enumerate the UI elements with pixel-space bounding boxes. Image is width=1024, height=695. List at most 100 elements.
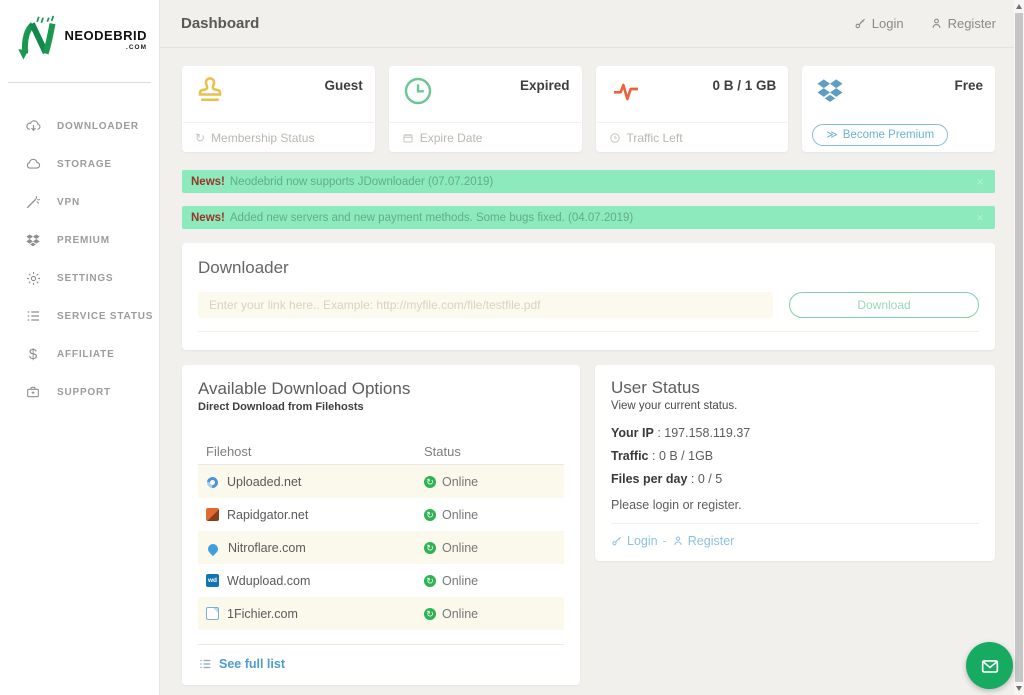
links-separator: - [663, 534, 667, 548]
see-full-list-link[interactable]: See full list [198, 657, 285, 671]
list-icon [22, 308, 44, 324]
sidebar-item-label: PREMIUM [57, 235, 110, 246]
options-title: Available Download Options [198, 379, 564, 399]
support-kit-icon [22, 384, 44, 400]
filehost-name: Rapidgator.net [227, 508, 308, 522]
user-status-card: User Status View your current status. Yo… [595, 365, 995, 561]
login-link-small[interactable]: Login [611, 534, 658, 548]
expire-label: Expire Date [420, 131, 483, 145]
sidebar-item-storage[interactable]: STORAGE [0, 145, 159, 183]
sidebar-item-affiliate[interactable]: $ AFFILIATE [0, 335, 159, 373]
sidebar: NEODEBRID .COM DOWNLOADER STORAGE [0, 0, 160, 695]
online-status-icon: ↻ [424, 575, 436, 587]
column-status: Status [424, 444, 556, 459]
user-status-links: Login - Register [611, 534, 979, 548]
cloud-download-icon [22, 118, 44, 135]
dropbox-icon [22, 232, 44, 248]
become-premium-button[interactable]: ≫ Become Premium [812, 124, 948, 146]
sidebar-item-label: VPN [57, 197, 80, 208]
table-row-wdupload[interactable]: wd Wdupload.com ↻ Online [198, 564, 564, 597]
membership-label: Membership Status [211, 131, 314, 145]
sidebar-item-downloader[interactable]: DOWNLOADER [0, 107, 159, 145]
downloader-title: Downloader [198, 258, 979, 278]
filehost-name: Wdupload.com [227, 574, 310, 588]
sidebar-item-service-status[interactable]: SERVICE STATUS [0, 297, 159, 335]
filehost-status: Online [442, 574, 478, 588]
table-row-1fichier[interactable]: 1Fichier.com ↻ Online [198, 597, 564, 630]
traffic-label: Traffic [611, 449, 649, 463]
sidebar-item-label: SERVICE STATUS [57, 311, 153, 322]
filehost-status: Online [442, 541, 478, 555]
sidebar-item-label: SUPPORT [57, 387, 111, 398]
ip-line: Your IP : 197.158.119.37 [611, 426, 979, 440]
key-icon [854, 17, 867, 30]
rapidgator-favicon [206, 508, 219, 521]
traffic-label: Traffic Left [627, 131, 683, 145]
envelope-icon [979, 655, 1001, 677]
fichier-favicon [206, 607, 219, 620]
traffic-value: : 0 B / 1GB [652, 449, 713, 463]
brand-name: NEODEBRID [64, 28, 147, 43]
sidebar-item-premium[interactable]: PREMIUM [0, 221, 159, 259]
register-link-small[interactable]: Register [672, 534, 735, 548]
clock-small-icon [609, 132, 621, 144]
table-row-nitroflare[interactable]: Nitroflare.com ↻ Online [198, 531, 564, 564]
sidebar-item-support[interactable]: SUPPORT [0, 373, 159, 411]
table-footer: See full list [198, 644, 564, 671]
online-status-icon: ↻ [424, 476, 436, 488]
sidebar-item-label: AFFILIATE [57, 349, 115, 360]
link-input[interactable] [198, 292, 773, 318]
double-chevron-icon: ≫ [826, 130, 838, 141]
clock-icon [402, 75, 434, 107]
news-banner-2: News! Added new servers and new payment … [182, 206, 995, 229]
login-link-label: Login [872, 16, 904, 31]
cloud-icon [22, 156, 44, 173]
table-row-uploaded[interactable]: Uploaded.net ↻ Online [198, 465, 564, 498]
online-status-icon: ↻ [424, 608, 436, 620]
close-icon[interactable]: × [974, 174, 986, 189]
scroll-up-arrow-icon[interactable] [1016, 4, 1022, 9]
user-status-divider [611, 523, 979, 524]
register-link[interactable]: Register [930, 16, 996, 31]
scroll-down-arrow-icon[interactable] [1016, 686, 1022, 691]
close-icon[interactable]: × [974, 210, 986, 225]
sidebar-item-label: STORAGE [57, 159, 112, 170]
news-tag: News! [191, 176, 225, 188]
logo[interactable]: NEODEBRID .COM [0, 0, 159, 76]
news-text: Added new servers and new payment method… [230, 212, 975, 224]
scrollbar-thumb[interactable] [1015, 13, 1023, 682]
user-status-subtitle: View your current status. [611, 400, 979, 412]
news-text: Neodebrid now supports JDownloader (07.0… [230, 176, 975, 188]
person-icon [930, 17, 943, 30]
topbar: Dashboard Login Register [160, 0, 1014, 48]
pulse-icon [609, 75, 643, 107]
online-status-icon: ↻ [424, 509, 436, 521]
premium-button-row: ≫ Become Premium [802, 118, 995, 152]
filehost-status: Online [442, 475, 478, 489]
expire-value: Expired [520, 75, 570, 122]
vertical-scrollbar[interactable] [1014, 0, 1024, 695]
sidebar-item-settings[interactable]: SETTINGS [0, 259, 159, 297]
sidebar-divider [8, 82, 151, 83]
dropbox-blue-icon [815, 75, 845, 105]
chat-button[interactable] [966, 642, 1013, 689]
logo-n-icon [14, 10, 58, 68]
refresh-icon: ↻ [195, 132, 205, 144]
downloader-input-row: Download [198, 292, 979, 318]
magic-wand-icon [22, 194, 44, 210]
files-line: Files per day : 0 / 5 [611, 472, 979, 486]
logo-text: NEODEBRID .COM [64, 28, 147, 51]
sidebar-nav: DOWNLOADER STORAGE VPN PREMIUM [0, 107, 159, 411]
table-row-rapidgator[interactable]: Rapidgator.net ↻ Online [198, 498, 564, 531]
dollar-icon: $ [22, 346, 44, 363]
download-button[interactable]: Download [789, 292, 979, 318]
login-link[interactable]: Login [854, 16, 904, 31]
see-full-list-label: See full list [219, 657, 285, 671]
sidebar-item-vpn[interactable]: VPN [0, 183, 159, 221]
filehost-status: Online [442, 508, 478, 522]
sidebar-item-label: SETTINGS [57, 273, 113, 284]
filehost-table: Filehost Status Uploaded.net ↻ Online [198, 439, 564, 630]
news-tag: News! [191, 212, 225, 224]
content: Guest ↻ Membership Status Expired [160, 48, 1014, 695]
traffic-line: Traffic : 0 B / 1GB [611, 449, 979, 463]
